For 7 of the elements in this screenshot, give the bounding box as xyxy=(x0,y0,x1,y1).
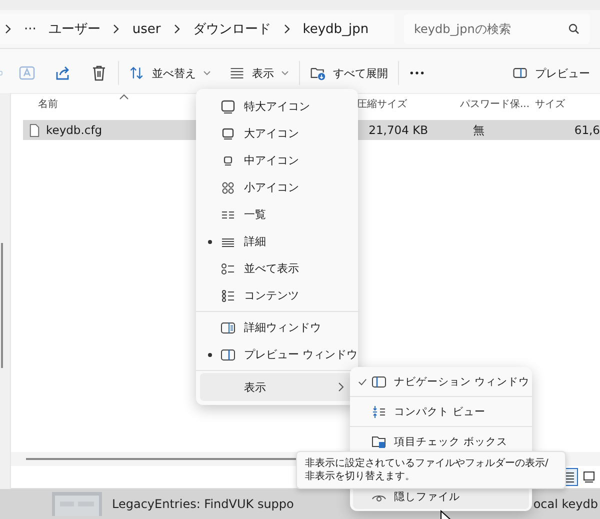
background-text: ocal keydb xyxy=(533,497,598,511)
table-cell: 61,6 xyxy=(574,123,600,137)
table-cell: 21,704 KB xyxy=(368,123,428,137)
tooltip: 非表示に設定されているファイルやフォルダーの表示/非表示を切り替えます。 xyxy=(296,451,566,489)
table-cell: 無 xyxy=(473,122,485,138)
background-text: LegacyEntries: FindVUK suppo xyxy=(112,497,294,511)
file-name: keydb.cfg xyxy=(46,123,102,137)
